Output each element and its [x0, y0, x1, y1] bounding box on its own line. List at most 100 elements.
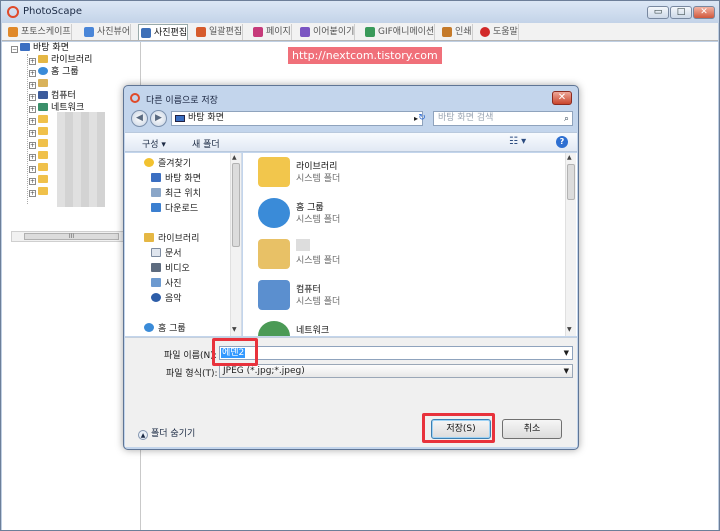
nav-libraries[interactable]: 라이브러리 — [144, 233, 199, 245]
nav-label: 비디오 — [165, 264, 190, 274]
hide-folders-toggle[interactable]: ▲ 폴더 숨기기 — [138, 426, 195, 440]
nav-downloads[interactable]: 다운로드 — [151, 203, 198, 215]
list-item[interactable]: 시스템 폴더 — [258, 235, 548, 275]
tab-viewer[interactable]: 사진뷰어 — [82, 24, 132, 40]
expand-icon[interactable]: + — [29, 118, 36, 125]
chevron-down-icon[interactable]: ▼ — [564, 365, 569, 377]
nav-favorites[interactable]: 즐겨찾기 — [144, 158, 191, 170]
cancel-button[interactable]: 취소 — [502, 419, 562, 439]
expand-icon[interactable]: + — [29, 178, 36, 185]
tab-page[interactable]: 페이지 — [251, 24, 292, 40]
list-item[interactable]: 홈 그룹 시스템 폴더 — [258, 194, 548, 234]
nav-videos[interactable]: 비디오 — [151, 263, 190, 275]
app-titlebar[interactable]: PhotoScape ▭ □ ✕ — [1, 1, 719, 23]
nav-pictures[interactable]: 사진 — [151, 278, 182, 290]
viewer-tab-icon — [84, 27, 94, 37]
tab-label: 이어붙이기 — [313, 27, 355, 37]
list-item[interactable]: 컴퓨터 시스템 폴더 — [258, 276, 548, 316]
expand-icon[interactable]: + — [29, 190, 36, 197]
tree-item-computer[interactable]: + 컴퓨터 — [29, 90, 76, 102]
back-button[interactable]: ◀ — [131, 110, 148, 127]
view-options-icon[interactable]: ☷ ▾ — [509, 136, 526, 147]
expand-icon[interactable]: + — [29, 130, 36, 137]
expand-icon[interactable]: + — [29, 142, 36, 149]
scroll-up-arrow-icon[interactable]: ▲ — [567, 154, 572, 161]
scrollbar-thumb[interactable]: III — [24, 233, 119, 240]
tab-label: 일괄편집 — [209, 27, 243, 37]
tree-item-folder[interactable]: + — [29, 138, 51, 150]
star-icon — [144, 158, 154, 167]
photoscape-tab-icon — [8, 27, 18, 37]
pictures-icon — [151, 278, 161, 287]
folder-icon — [38, 127, 48, 135]
list-item[interactable]: 라이브러리 시스템 폴더 — [258, 153, 548, 193]
collapse-icon[interactable]: − — [11, 46, 18, 53]
tab-gif-animation[interactable]: GIF애니메이션 — [363, 24, 436, 40]
filetype-select[interactable]: JPEG (*.jpg;*.jpeg) ▼ — [219, 364, 573, 378]
expand-icon[interactable]: + — [29, 154, 36, 161]
tab-batch[interactable]: 일괄편집 — [194, 24, 244, 40]
nav-documents[interactable]: 문서 — [151, 248, 182, 260]
print-tab-icon — [442, 27, 452, 37]
filetype-value: JPEG (*.jpg;*.jpeg) — [223, 366, 305, 376]
save-highlight-box — [422, 413, 495, 443]
maximize-button[interactable]: □ — [670, 6, 692, 19]
tree-item-folder[interactable]: + — [29, 186, 51, 198]
tree-item-folder[interactable]: + — [29, 162, 51, 174]
nav-label: 바탕 화면 — [165, 174, 201, 184]
window-close-button[interactable]: ✕ — [693, 6, 715, 19]
tab-editor[interactable]: 사진편집 — [138, 24, 189, 40]
tab-print[interactable]: 인쇄 — [440, 24, 473, 40]
list-item[interactable]: 네트워크 — [258, 317, 548, 336]
videos-icon — [151, 263, 161, 272]
nav-homegroup[interactable]: 홈 그룹 — [144, 323, 186, 335]
nav-music[interactable]: 음악 — [151, 293, 182, 305]
tab-label: 페이지 — [266, 27, 291, 37]
nav-recent-places[interactable]: 최근 위치 — [151, 188, 201, 200]
expand-icon[interactable]: + — [29, 94, 36, 101]
user-folder-icon — [38, 79, 48, 87]
expand-icon[interactable]: + — [29, 58, 36, 65]
tree-item-folder[interactable]: + — [29, 114, 51, 126]
scrollbar-thumb[interactable] — [232, 163, 240, 247]
file-list-vertical-scrollbar[interactable]: ▲ ▼ — [565, 153, 576, 336]
organize-button[interactable]: 구성 ▾ — [142, 137, 166, 150]
search-input[interactable]: 바탕 화면 검색 ⌕ — [433, 111, 573, 126]
tab-photoscape[interactable]: 포토스케이프 — [6, 24, 72, 40]
expand-icon[interactable]: + — [29, 82, 36, 89]
dialog-close-button[interactable]: ✕ — [552, 91, 572, 105]
scroll-down-arrow-icon[interactable]: ▼ — [232, 326, 237, 333]
desktop-icon — [175, 115, 185, 122]
help-tab-icon — [480, 27, 490, 37]
expand-icon[interactable]: + — [29, 106, 36, 113]
tab-combine[interactable]: 이어붙이기 — [298, 24, 356, 40]
tree-item-folder[interactable]: + — [29, 150, 51, 162]
filename-field[interactable]: 에덴2 ▼ — [219, 346, 573, 360]
tree-item-libraries[interactable]: + 라이브러리 — [29, 54, 92, 66]
filename-label: 파일 이름(N): — [164, 351, 217, 361]
chevron-down-icon[interactable]: ▼ — [564, 347, 569, 359]
tab-label: 인쇄 — [455, 27, 472, 37]
scroll-down-arrow-icon[interactable]: ▼ — [567, 326, 572, 333]
tree-item-folder[interactable]: + — [29, 126, 51, 138]
search-icon[interactable]: ⌕ — [564, 113, 569, 126]
library-icon — [144, 233, 154, 242]
tree-item-desktop[interactable]: − 바탕 화면 — [11, 42, 69, 54]
scroll-up-arrow-icon[interactable]: ▲ — [232, 154, 237, 161]
refresh-icon[interactable]: ↻ — [415, 111, 429, 126]
minimize-button[interactable]: ▭ — [647, 6, 669, 19]
new-folder-button[interactable]: 새 폴더 — [192, 137, 220, 150]
nav-desktop[interactable]: 바탕 화면 — [151, 173, 201, 185]
scrollbar-thumb[interactable] — [567, 164, 575, 200]
help-icon[interactable]: ? — [556, 136, 568, 148]
address-bar[interactable]: 바탕 화면 ▸ — [171, 111, 423, 126]
tree-horizontal-scrollbar[interactable]: III — [11, 231, 139, 242]
expand-icon[interactable]: + — [29, 166, 36, 173]
tree-item-homegroup[interactable]: + 홈 그룹 — [29, 66, 79, 78]
tree-item-folder[interactable]: + — [29, 174, 51, 186]
expand-icon[interactable]: + — [29, 70, 36, 77]
tab-help[interactable]: 도움말 — [478, 24, 519, 40]
nav-vertical-scrollbar[interactable]: ▲ ▼ — [230, 153, 241, 336]
forward-button[interactable]: ▶ — [150, 110, 167, 127]
tree-item-user[interactable]: + — [29, 78, 51, 90]
